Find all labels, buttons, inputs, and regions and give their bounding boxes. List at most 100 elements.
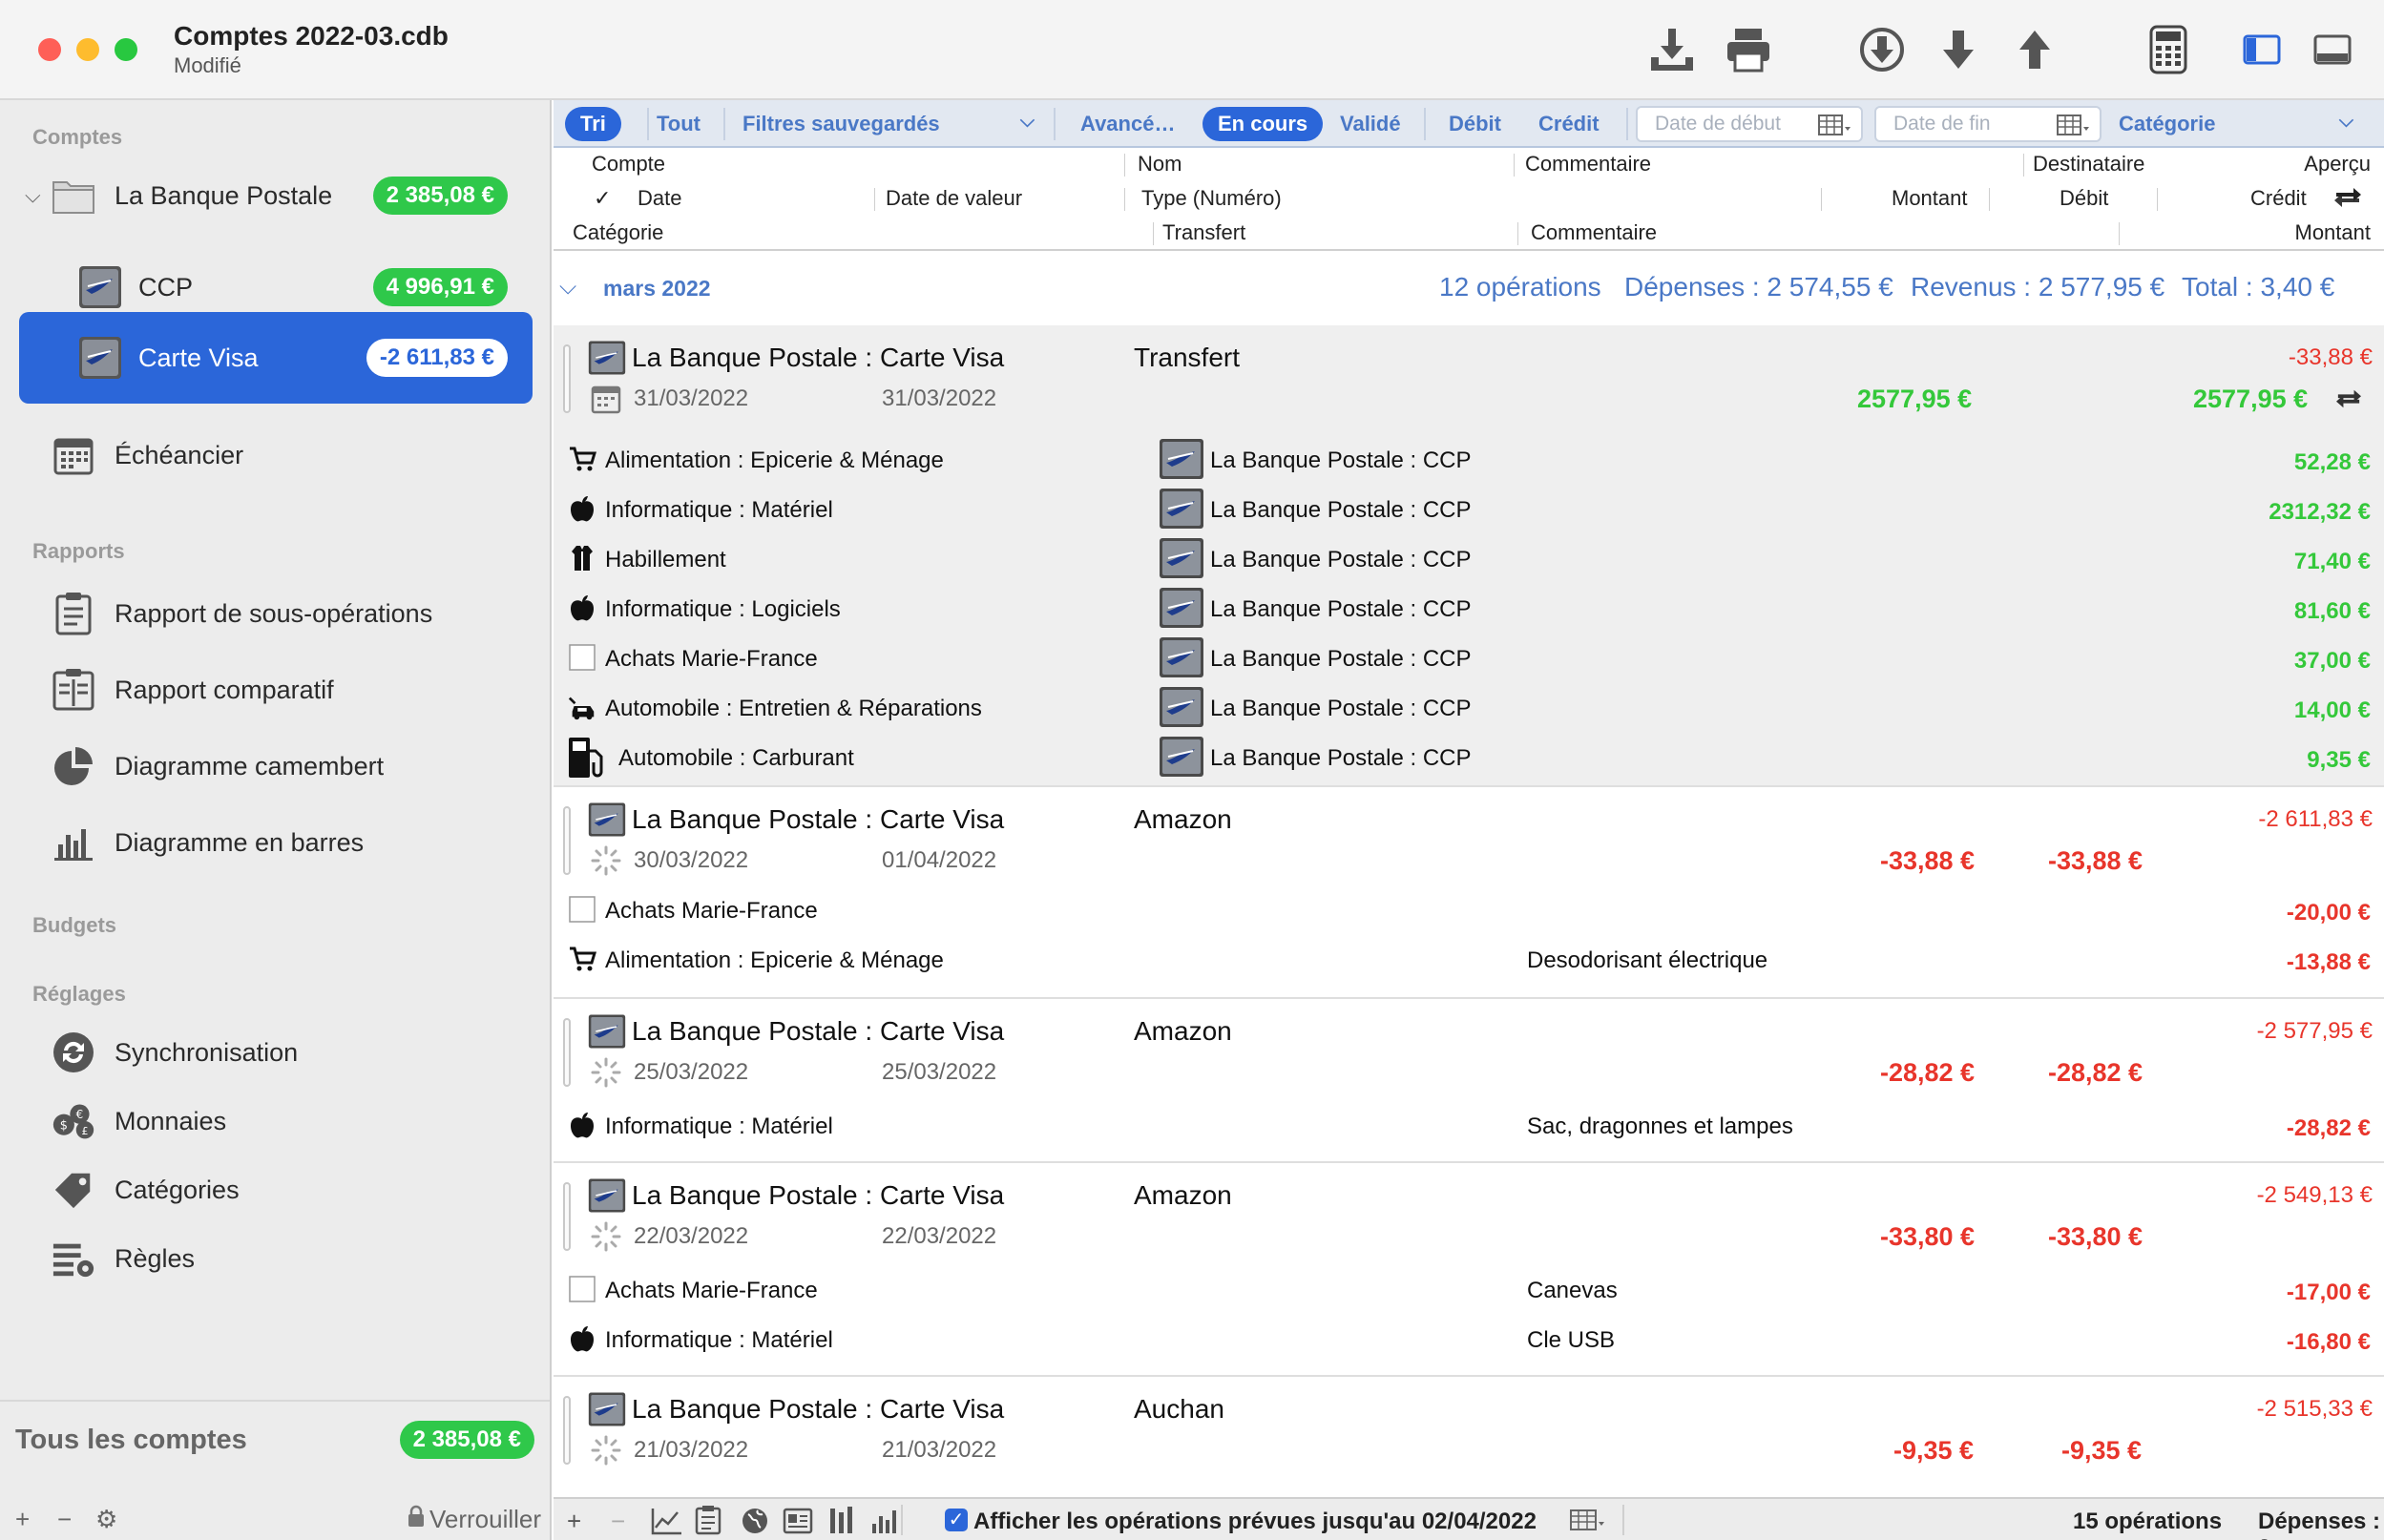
transaction-row[interactable]: La Banque Postale : Carte Visa Amazon -2… [554, 787, 2384, 982]
col-recipient[interactable]: Destinataire [2033, 152, 2144, 177]
split-row[interactable]: Informatique : Matériel Sac, dragonnes e… [554, 1102, 2384, 1152]
import-button[interactable] [1643, 21, 1701, 78]
col-credit[interactable]: Crédit [2250, 186, 2307, 211]
sidebar-item-sync[interactable]: Synchronisation [19, 1018, 533, 1087]
show-planned-checkbox[interactable]: ✓ [945, 1509, 968, 1531]
split-row[interactable]: Achats Marie-France Canevas -17,00 € [554, 1266, 2384, 1316]
bottom-panel-button[interactable] [2304, 21, 2361, 78]
sidebar-toggle-button[interactable] [2233, 21, 2290, 78]
col-name[interactable]: Nom [1138, 152, 1182, 177]
chevron-down-icon[interactable]: ⌵ [25, 183, 41, 208]
row-handle[interactable] [563, 1396, 571, 1465]
bar-chart-icon[interactable] [868, 1507, 897, 1535]
transaction-row[interactable]: La Banque Postale : Carte Visa Amazon -2… [554, 999, 2384, 1161]
row-handle[interactable] [563, 1182, 571, 1251]
calendar-picker-icon[interactable] [1569, 1509, 1607, 1533]
category-filter-select[interactable]: Catégorie ⌵ [2119, 107, 2353, 141]
col-account[interactable]: Compte [592, 152, 665, 177]
lock-icon[interactable] [407, 1505, 426, 1534]
split-row[interactable]: Alimentation : Epicerie & Ménage Desodor… [554, 936, 2384, 986]
sidebar-item-bar-chart[interactable]: Diagramme en barres [19, 808, 533, 877]
apple-icon [567, 1110, 597, 1140]
calculator-button[interactable] [2140, 21, 2197, 78]
advanced-filter-button[interactable]: Avancé… [1080, 107, 1175, 141]
add-transaction-button[interactable]: + [567, 1507, 581, 1536]
bank-postale-icon [588, 1177, 626, 1214]
sidebar-item-categories[interactable]: Catégories [19, 1155, 533, 1224]
minimize-window-button[interactable] [76, 38, 99, 61]
col-type[interactable]: Type (Numéro) [1141, 186, 1282, 211]
col-debit[interactable]: Débit [2060, 186, 2108, 211]
col-value-date[interactable]: Date de valeur [886, 186, 1022, 211]
line-chart-icon[interactable] [651, 1507, 683, 1535]
split-row[interactable]: Habillement La Banque Postale : CCP 71,4… [554, 535, 2384, 585]
move-up-button[interactable] [2006, 21, 2063, 78]
sidebar-item-pie-chart[interactable]: Diagramme camembert [19, 732, 533, 801]
lock-button[interactable]: Verrouiller [429, 1505, 541, 1534]
split-row[interactable]: Informatique : Matériel La Banque Postal… [554, 486, 2384, 535]
close-window-button[interactable] [38, 38, 61, 61]
print-button[interactable] [1720, 21, 1777, 78]
divider [1124, 188, 1125, 211]
sort-button[interactable]: Tri [565, 107, 621, 141]
arrow-down-icon [1943, 31, 1974, 69]
sidebar-item-report-compare[interactable]: Rapport comparatif [19, 656, 533, 724]
date-start-input[interactable]: Date de début [1636, 106, 1863, 142]
split-row[interactable]: Automobile : Carburant La Banque Postale… [554, 734, 2384, 783]
row-handle[interactable] [563, 344, 571, 413]
calendar-picker-icon[interactable] [2056, 114, 2090, 136]
pending-spinner-icon [591, 845, 621, 876]
split-row[interactable]: Informatique : Logiciels La Banque Posta… [554, 585, 2384, 635]
transaction-row[interactable]: La Banque Postale : Carte Visa Auchan -2… [554, 1377, 2384, 1497]
sidebar-item-bank[interactable]: ⌵ La Banque Postale 2 385,08 € [19, 161, 533, 230]
transaction-row[interactable]: La Banque Postale : Carte Visa Amazon -2… [554, 1163, 2384, 1365]
col-check[interactable]: ✓ [594, 186, 611, 211]
col-comment[interactable]: Commentaire [1525, 152, 1651, 177]
filter-debit-button[interactable]: Débit [1449, 107, 1501, 141]
sidebar-item-report-subops[interactable]: Rapport de sous-opérations [19, 579, 533, 648]
transaction-row[interactable]: La Banque Postale : Carte Visa Transfert… [554, 325, 2384, 785]
all-accounts-row[interactable]: Tous les comptes 2 385,08 € [0, 1400, 550, 1476]
remove-account-button[interactable]: − [57, 1505, 72, 1534]
remove-transaction-button[interactable]: − [611, 1507, 625, 1536]
split-comment: Canevas [1527, 1278, 1618, 1303]
download-circle-button[interactable] [1853, 21, 1911, 78]
id-card-icon[interactable] [783, 1507, 813, 1535]
split-row[interactable]: Achats Marie-France -20,00 € [554, 886, 2384, 936]
split-category: Automobile : Entretien & Réparations [605, 696, 982, 721]
zoom-window-button[interactable] [115, 38, 137, 61]
col-split-amount[interactable]: Montant [2295, 220, 2372, 245]
col-date[interactable]: Date [638, 186, 681, 211]
add-account-button[interactable]: + [15, 1505, 30, 1534]
tools-icon[interactable] [826, 1505, 857, 1535]
date-end-input[interactable]: Date de fin [1874, 106, 2102, 142]
calendar-picker-icon[interactable] [1817, 114, 1851, 136]
col-category[interactable]: Catégorie [573, 220, 663, 245]
sidebar-item-currencies[interactable]: $ € £ Monnaies [19, 1087, 533, 1155]
sidebar-item-visa[interactable]: Carte Visa -2 611,83 € [19, 312, 533, 404]
sidebar-item-rules[interactable]: Règles [19, 1224, 533, 1293]
filter-all-button[interactable]: Tout [653, 107, 701, 141]
split-row[interactable]: Achats Marie-France La Banque Postale : … [554, 635, 2384, 684]
gear-icon[interactable]: ⚙︎ [95, 1505, 117, 1534]
filter-credit-button[interactable]: Crédit [1538, 107, 1600, 141]
sidebar-item-schedule[interactable]: Échéancier [19, 421, 533, 489]
split-comment: Desodorisant électrique [1527, 947, 1768, 973]
row-handle[interactable] [563, 806, 571, 875]
filter-pending-button[interactable]: En cours [1202, 107, 1324, 141]
saved-filters-select[interactable]: Filtres sauvegardés ⌵ [742, 107, 1035, 141]
month-group-header[interactable]: ⌵ mars 2022 12 opérations Dépenses : 2 5… [554, 253, 2384, 325]
split-row[interactable]: Alimentation : Epicerie & Ménage La Banq… [554, 436, 2384, 486]
split-row[interactable]: Automobile : Entretien & Réparations La … [554, 684, 2384, 734]
move-down-button[interactable] [1930, 21, 1987, 78]
chevron-down-icon[interactable]: ⌵ [559, 274, 576, 301]
col-transfer[interactable]: Transfert [1162, 220, 1245, 245]
report-icon[interactable] [695, 1505, 721, 1535]
col-preview[interactable]: Aperçu [2304, 152, 2371, 177]
row-handle[interactable] [563, 1018, 571, 1087]
split-row[interactable]: Informatique : Matériel Cle USB -16,80 € [554, 1316, 2384, 1365]
col-amount[interactable]: Montant [1892, 186, 1968, 211]
filter-validated-button[interactable]: Validé [1340, 107, 1401, 141]
globe-icon[interactable] [741, 1507, 769, 1535]
col-split-comment[interactable]: Commentaire [1531, 220, 1657, 245]
